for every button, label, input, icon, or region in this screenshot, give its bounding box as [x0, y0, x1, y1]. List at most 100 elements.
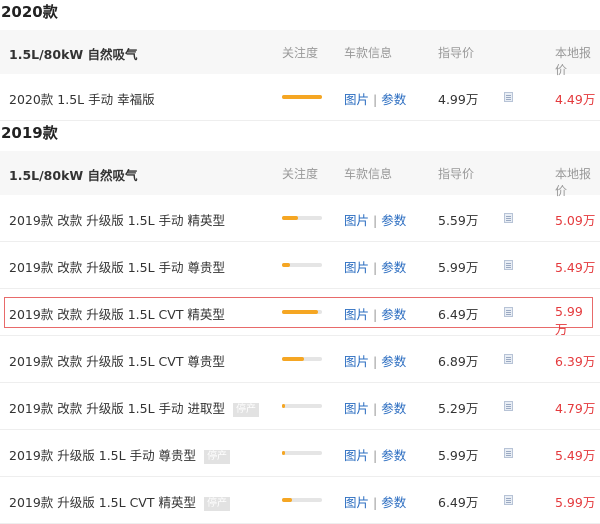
pictures-link[interactable]: 图片	[344, 401, 369, 416]
model-info-links: 图片 | 参数	[344, 210, 406, 229]
local-price[interactable]: 5.49万	[555, 445, 595, 464]
attention-bar-fill	[282, 498, 292, 502]
column-header-info: 车款信息	[344, 46, 393, 60]
parameters-link[interactable]: 参数	[381, 354, 406, 369]
attention-bar	[282, 451, 322, 455]
model-info-links: 图片 | 参数	[344, 445, 406, 464]
calculator-icon[interactable]	[504, 354, 513, 364]
model-name-link[interactable]: 2019款 改款 升级版 1.5L 手动 进取型 停产	[9, 398, 260, 417]
model-info-links: 图片 | 参数	[344, 398, 406, 417]
engine-label: 1.5L/80kW 自然吸气	[9, 168, 138, 183]
local-price[interactable]: 5.09万	[555, 210, 595, 229]
attention-bar	[282, 498, 322, 502]
attention-bar-fill	[282, 95, 322, 99]
model-name-link[interactable]: 2019款 改款 升级版 1.5L CVT 精英型	[9, 304, 225, 323]
link-separator: |	[373, 213, 378, 228]
calculator-icon[interactable]	[504, 495, 513, 505]
calculator-icon[interactable]	[504, 92, 513, 102]
local-price[interactable]: 5.49万	[555, 257, 595, 276]
calculator-icon[interactable]	[504, 448, 513, 458]
model-name-link[interactable]: 2019款 改款 升级版 1.5L CVT 尊贵型	[9, 351, 225, 370]
model-name-link[interactable]: 2019款 升级版 1.5L 手动 尊贵型 停产	[9, 445, 231, 464]
calculator-icon[interactable]	[504, 401, 513, 411]
column-header-local: 本地报价	[555, 167, 592, 198]
guide-price: 6.49万	[438, 307, 479, 322]
table-row[interactable]: 2019款 改款 升级版 1.5L 手动 精英型 图片 | 参数 5.59万 5.09万	[0, 195, 600, 242]
parameters-link[interactable]: 参数	[381, 260, 406, 275]
model-name-link[interactable]: 2019款 改款 升级版 1.5L 手动 尊贵型	[9, 257, 225, 276]
section-header: 1.5L/80kW 自然吸气 关注度 车款信息 指导价 本地报价	[0, 151, 600, 198]
parameters-link[interactable]: 参数	[381, 213, 406, 228]
attention-bar-fill	[282, 404, 286, 408]
parameters-link[interactable]: 参数	[381, 401, 406, 416]
year-title: 2020款	[1, 3, 58, 21]
pictures-link[interactable]: 图片	[344, 307, 369, 322]
local-price[interactable]: 6.39万	[555, 351, 595, 370]
pictures-link[interactable]: 图片	[344, 354, 369, 369]
attention-bar	[282, 357, 322, 361]
highlighted-row-wrapper: 2019款 改款 升级版 1.5L CVT 精英型 图片 | 参数 6.49万 5.99万	[0, 289, 600, 337]
model-info-links: 图片 | 参数	[344, 257, 406, 276]
table-row[interactable]: 2019款 升级版 1.5L 手动 尊贵型 停产 图片 | 参数 5.99万 5.49万	[0, 430, 600, 477]
discontinued-badge: 停产	[233, 403, 260, 417]
link-separator: |	[373, 307, 378, 322]
calculator-icon[interactable]	[504, 307, 513, 317]
attention-bar-fill	[282, 216, 298, 220]
link-separator: |	[373, 495, 378, 510]
link-separator: |	[373, 401, 378, 416]
column-header-guide: 指导价	[438, 46, 475, 60]
guide-price: 5.29万	[438, 401, 479, 416]
attention-bar-fill	[282, 451, 286, 455]
attention-bar-fill	[282, 357, 304, 361]
parameters-link[interactable]: 参数	[381, 448, 406, 463]
link-separator: |	[373, 260, 378, 275]
link-separator: |	[373, 92, 378, 107]
table-row[interactable]: 2020款 1.5L 手动 幸福版 图片 | 参数 4.99万 4.49万	[0, 74, 600, 121]
attention-bar	[282, 95, 322, 99]
link-separator: |	[373, 354, 378, 369]
guide-price: 6.89万	[438, 354, 479, 369]
local-price[interactable]: 4.49万	[555, 89, 595, 108]
calculator-icon[interactable]	[504, 213, 513, 223]
attention-bar-fill	[282, 310, 318, 314]
model-name-link[interactable]: 2019款 改款 升级版 1.5L 手动 精英型	[9, 210, 225, 229]
guide-price: 4.99万	[438, 92, 479, 107]
column-header-local: 本地报价	[555, 46, 592, 77]
parameters-link[interactable]: 参数	[381, 92, 406, 107]
pictures-link[interactable]: 图片	[344, 448, 369, 463]
local-price[interactable]: 5.99万	[555, 304, 592, 338]
column-header-guide: 指导价	[438, 167, 475, 181]
section-header: 1.5L/80kW 自然吸气 关注度 车款信息 指导价 本地报价	[0, 30, 600, 77]
attention-bar	[282, 310, 322, 314]
discontinued-badge: 停产	[203, 497, 230, 511]
parameters-link[interactable]: 参数	[381, 307, 406, 322]
model-name-link[interactable]: 2019款 升级版 1.5L CVT 精英型 停产	[9, 492, 230, 511]
model-info-links: 图片 | 参数	[344, 304, 406, 323]
link-separator: |	[373, 448, 378, 463]
pictures-link[interactable]: 图片	[344, 260, 369, 275]
model-info-links: 图片 | 参数	[344, 89, 406, 108]
calculator-icon[interactable]	[504, 260, 513, 270]
table-row-highlighted[interactable]: 2019款 改款 升级版 1.5L CVT 精英型 图片 | 参数 6.49万 5.99万	[4, 297, 593, 337]
local-price[interactable]: 5.99万	[555, 492, 595, 511]
guide-price: 5.99万	[438, 448, 479, 463]
pictures-link[interactable]: 图片	[344, 213, 369, 228]
local-price[interactable]: 4.79万	[555, 398, 595, 417]
table-row[interactable]: 2019款 改款 升级版 1.5L CVT 尊贵型 图片 | 参数 6.89万 6.39万	[0, 336, 600, 383]
model-info-links: 图片 | 参数	[344, 351, 406, 370]
guide-price: 6.49万	[438, 495, 479, 510]
column-header-info: 车款信息	[344, 167, 393, 181]
guide-price: 5.99万	[438, 260, 479, 275]
guide-price: 5.59万	[438, 213, 479, 228]
table-row[interactable]: 2019款 升级版 1.5L CVT 精英型 停产 图片 | 参数 6.49万 5.99万	[0, 477, 600, 524]
pictures-link[interactable]: 图片	[344, 495, 369, 510]
table-row[interactable]: 2019款 改款 升级版 1.5L 手动 进取型 停产 图片 | 参数 5.29万 4.79…	[0, 383, 600, 430]
model-name-link[interactable]: 2020款 1.5L 手动 幸福版	[9, 89, 155, 108]
pictures-link[interactable]: 图片	[344, 92, 369, 107]
attention-bar	[282, 404, 322, 408]
parameters-link[interactable]: 参数	[381, 495, 406, 510]
car-price-list: 2020款 1.5L/80kW 自然吸气 关注度 车款信息 指导价 本地报价 2020款 1…	[0, 0, 600, 524]
column-header-attention: 关注度	[282, 46, 319, 60]
year-title: 2019款	[1, 124, 58, 142]
table-row[interactable]: 2019款 改款 升级版 1.5L 手动 尊贵型 图片 | 参数 5.99万 5.49万	[0, 242, 600, 289]
